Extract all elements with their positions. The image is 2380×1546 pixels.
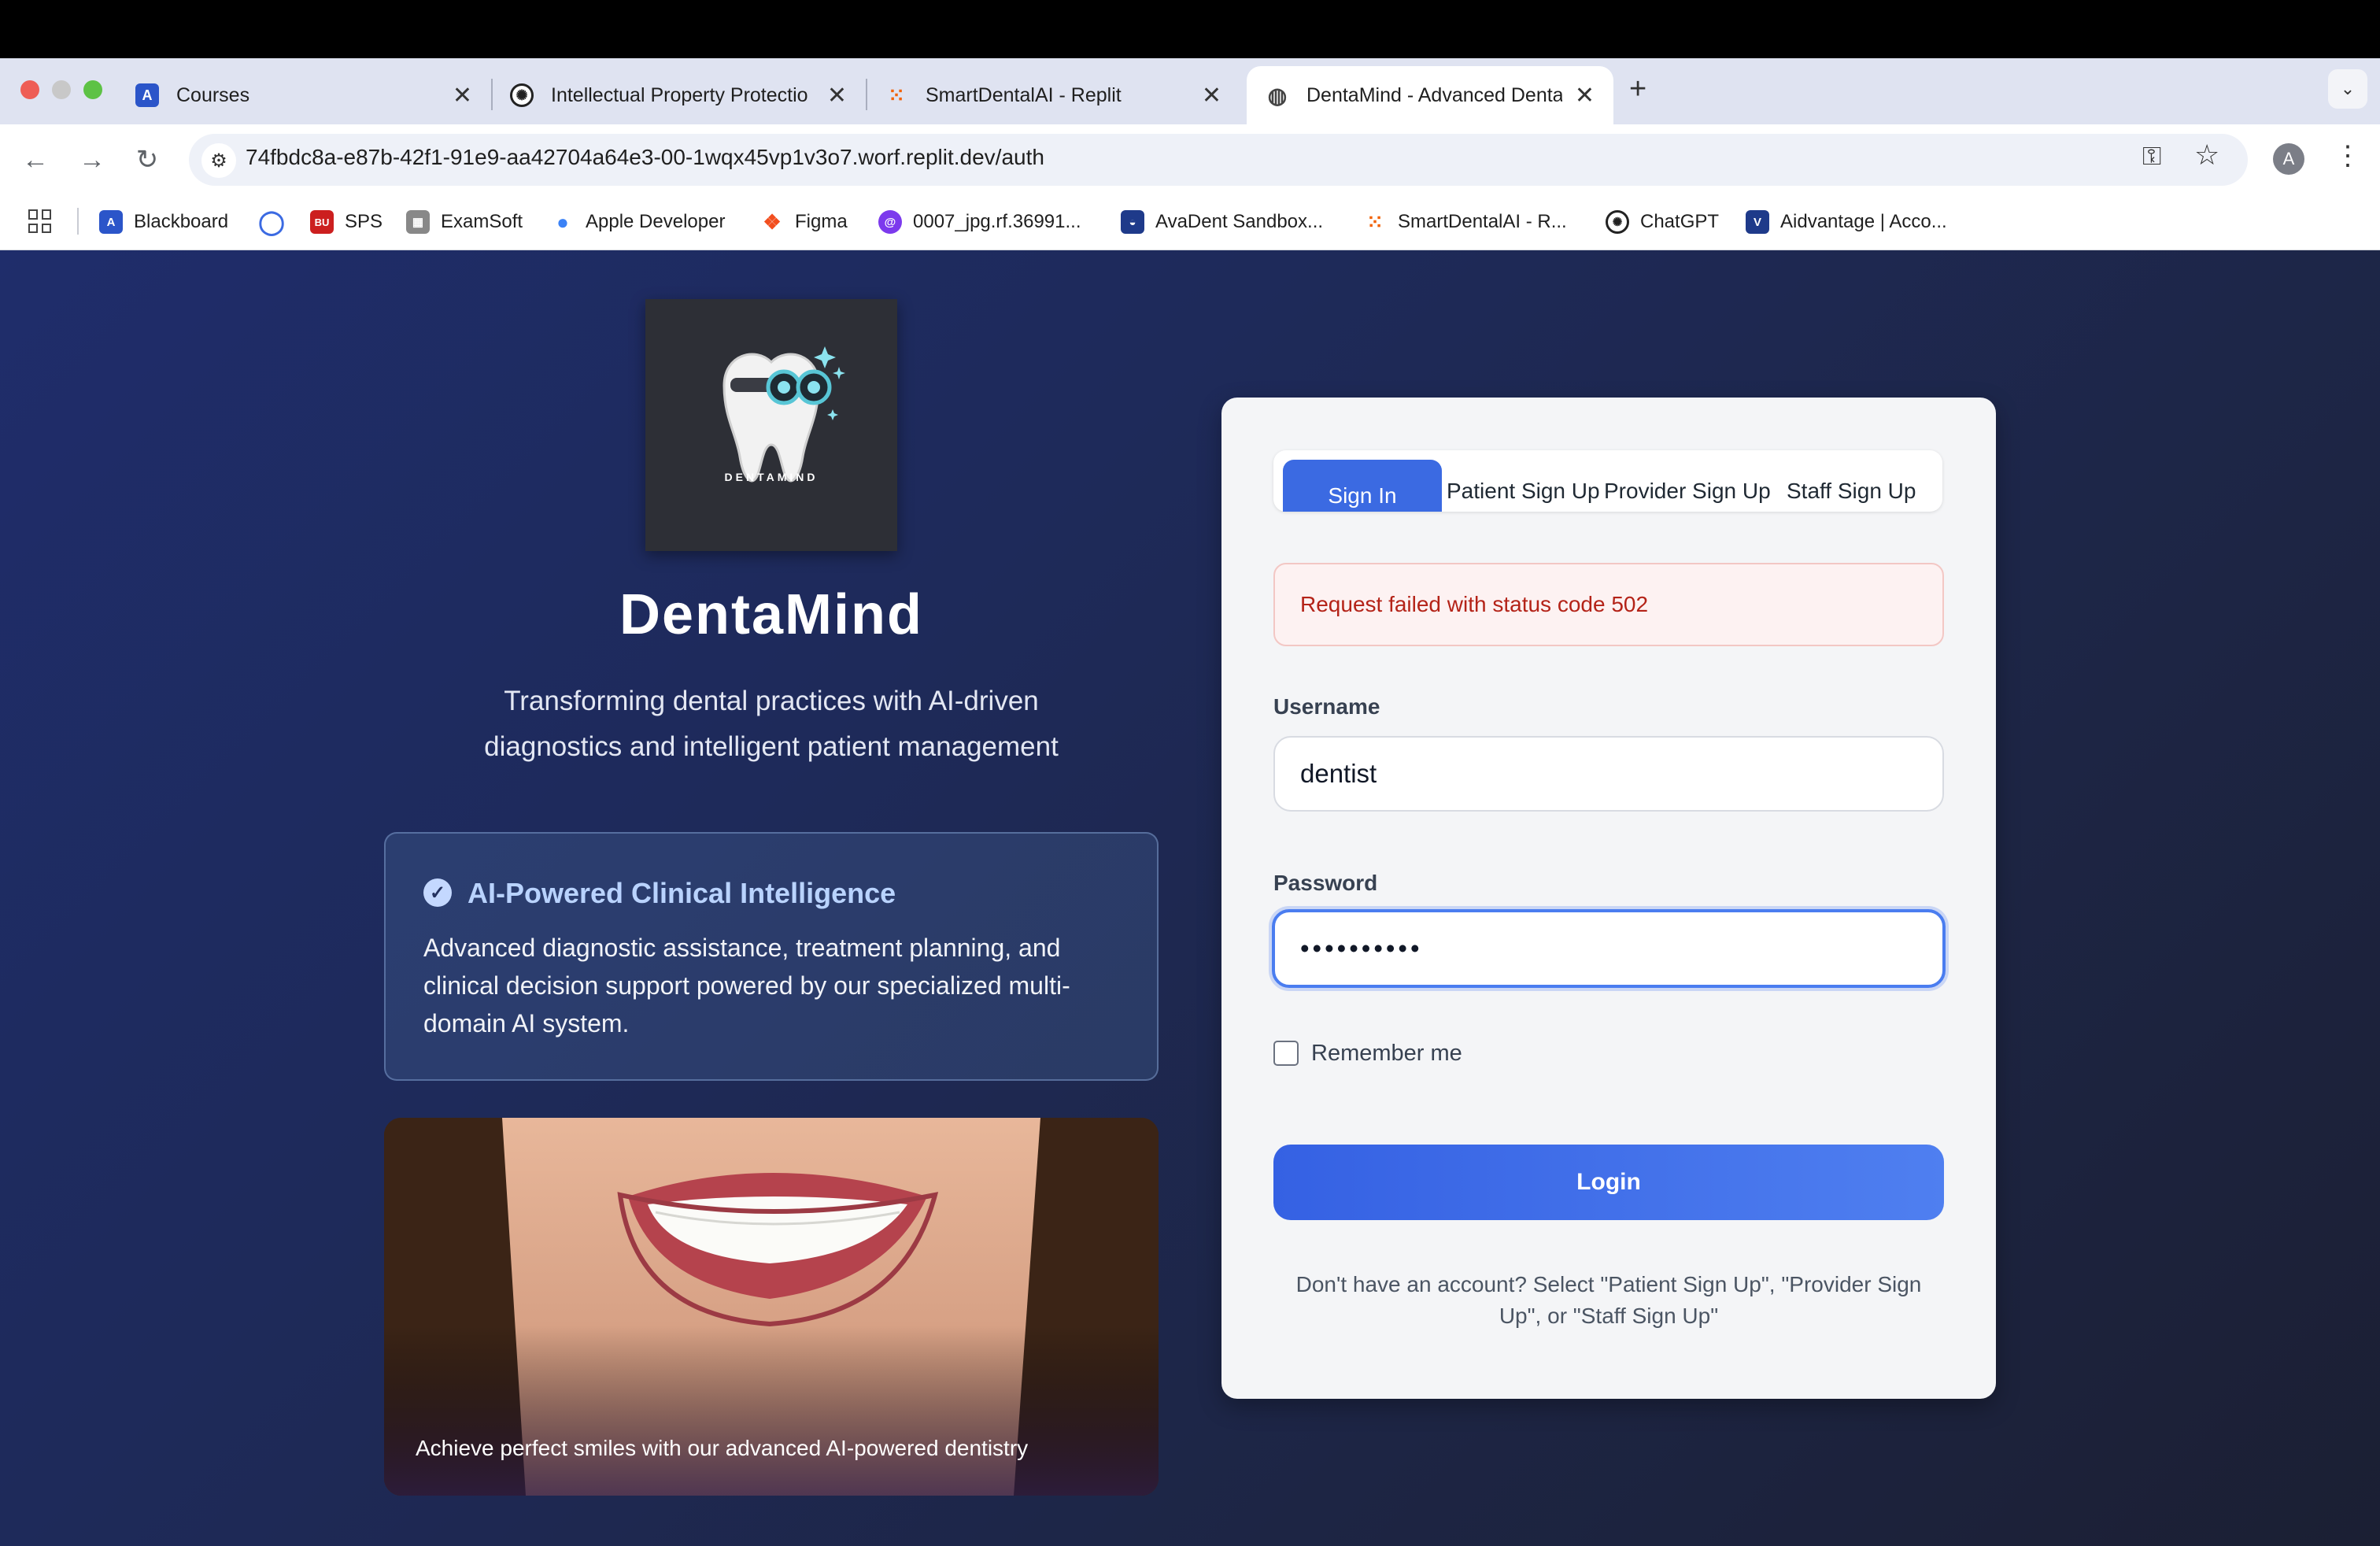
- aidvantage-icon: V: [1746, 210, 1769, 234]
- tab-patient-sign-up[interactable]: Patient Sign Up: [1447, 479, 1600, 504]
- close-tab-icon[interactable]: ✕: [453, 82, 472, 109]
- minimize-window-button[interactable]: [52, 80, 71, 99]
- bookmarks-divider: [77, 208, 79, 235]
- replit-icon: ⁙: [1366, 209, 1384, 234]
- key-icon[interactable]: ⚿: [2142, 142, 2161, 172]
- tab-provider-sign-up[interactable]: Provider Sign Up: [1604, 479, 1771, 504]
- bookmark-smartdentalai[interactable]: ⁙ SmartDentalAI - R...: [1363, 206, 1567, 238]
- username-label: Username: [1273, 694, 1380, 719]
- signup-hint: Don't have an account? Select "Patient S…: [1295, 1272, 1922, 1328]
- close-tab-icon[interactable]: ✕: [1202, 82, 1221, 109]
- bookmark-chatgpt[interactable]: ✺ ChatGPT: [1606, 206, 1719, 238]
- tab-sign-in[interactable]: Sign In: [1283, 460, 1442, 512]
- top-bar: [0, 0, 2380, 58]
- avadent-icon: ◒: [1121, 210, 1144, 234]
- arrow-right-icon: →: [79, 144, 105, 175]
- brand-title: DentaMind: [619, 583, 923, 646]
- close-tab-icon[interactable]: ✕: [1575, 82, 1595, 109]
- password-label: Password: [1273, 871, 1378, 895]
- close-tab-icon[interactable]: ✕: [827, 82, 847, 109]
- forward-button[interactable]: →: [72, 140, 112, 179]
- page-background: [0, 250, 2380, 1546]
- bookmark-avadent[interactable]: ◒ AvaDent Sandbox...: [1121, 206, 1323, 238]
- error-message: Request failed with status code 502: [1300, 592, 1649, 616]
- globe-icon: ◍: [1267, 83, 1288, 108]
- maximize-window-button[interactable]: [83, 80, 102, 99]
- close-window-button[interactable]: [20, 80, 39, 99]
- reload-icon: ↻: [135, 145, 159, 175]
- bookmark-sps[interactable]: BU SPS: [310, 206, 382, 238]
- bookmark-aidvantage[interactable]: V Aidvantage | Acco...: [1746, 206, 1947, 238]
- tab-staff-sign-up[interactable]: Staff Sign Up: [1787, 479, 1916, 504]
- apps-grid-icon[interactable]: [28, 209, 52, 233]
- bookmark-figma[interactable]: ❖ Figma: [760, 206, 847, 238]
- reload-button[interactable]: ↻: [128, 140, 167, 179]
- examsoft-icon: ▦: [406, 210, 430, 234]
- a-logo-icon: A: [99, 210, 123, 234]
- remember-me-checkbox[interactable]: [1273, 1041, 1299, 1066]
- brand-tagline: Transforming dental practices with AI-dr…: [484, 686, 1059, 762]
- url-text[interactable]: 74fbdc8a-e87b-42f1-91e9-aa42704a64e3-00-…: [246, 145, 1044, 170]
- bookmark-apple-developer[interactable]: ● Apple Developer: [551, 206, 725, 238]
- site-info-icon[interactable]: ⚙: [201, 143, 236, 178]
- bookmark-star-icon[interactable]: ☆: [2194, 139, 2219, 172]
- feature-description: Advanced diagnostic assistance, treatmen…: [423, 934, 1070, 1037]
- bookmark-qualtrics[interactable]: ◯: [258, 206, 294, 238]
- profile-avatar[interactable]: A: [2273, 143, 2304, 175]
- tooth-mascot-icon: [722, 346, 845, 483]
- feature-title: AI-Powered Clinical Intelligence: [468, 877, 896, 909]
- logo-wordmark: DENTAMIND: [724, 471, 819, 483]
- chevron-down-icon: ⌄: [2340, 79, 2356, 98]
- remember-me-label[interactable]: Remember me: [1311, 1041, 1462, 1067]
- roboflow-icon: @: [878, 210, 902, 234]
- tab-ip-protection[interactable]: ✺ Intellectual Property Protectio ✕: [491, 66, 866, 124]
- tab-search-button[interactable]: ⌄: [2328, 69, 2367, 109]
- tab-courses[interactable]: A Courses ✕: [116, 66, 491, 124]
- auth-card: [1221, 398, 1996, 1399]
- apple-icon: ●: [556, 209, 569, 234]
- username-input[interactable]: dentist: [1273, 736, 1944, 812]
- bookmark-examsoft[interactable]: ▦ ExamSoft: [406, 206, 523, 238]
- menu-kebab-icon[interactable]: ⋮: [2334, 140, 2361, 172]
- new-tab-button[interactable]: +: [1629, 72, 1646, 106]
- hero-caption: Achieve perfect smiles with our advanced…: [416, 1436, 1029, 1460]
- q-logo-icon: ◯: [258, 209, 285, 235]
- login-button[interactable]: Login: [1273, 1145, 1944, 1220]
- password-input[interactable]: ••••••••••: [1272, 909, 1946, 988]
- check-badge-icon: ✓: [423, 878, 452, 907]
- replit-icon: ⁙: [888, 83, 905, 107]
- dentamind-logo: DENTAMIND: [645, 299, 897, 551]
- openai-icon: ✺: [510, 83, 534, 107]
- arrow-left-icon: ←: [22, 144, 49, 175]
- bookmark-blackboard[interactable]: A Blackboard: [99, 206, 228, 238]
- back-button[interactable]: ←: [16, 140, 55, 179]
- tab-dentamind[interactable]: ◍ DentaMind - Advanced Denta ✕: [1247, 66, 1613, 124]
- a-logo-icon: A: [135, 83, 159, 107]
- figma-icon: ❖: [763, 209, 782, 234]
- openai-icon: ✺: [1606, 210, 1629, 234]
- tab-smartdentalai-replit[interactable]: ⁙ SmartDentalAI - Replit ✕: [866, 66, 1240, 124]
- bu-logo-icon: BU: [310, 210, 334, 234]
- bookmark-roboflow[interactable]: @0007_jpg.rf.36991...: [878, 206, 1081, 238]
